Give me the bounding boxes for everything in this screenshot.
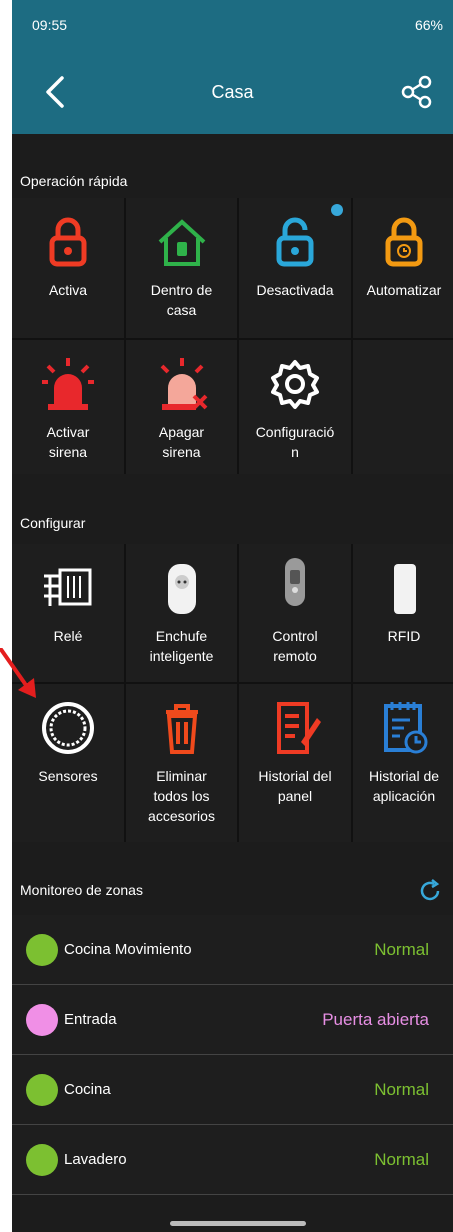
relay-icon bbox=[44, 568, 92, 606]
tile-label: Relé bbox=[53, 628, 83, 644]
tile-label: Desactivada bbox=[256, 282, 334, 298]
zone-status: Normal bbox=[374, 939, 429, 959]
zone-monitoring-title: Monitoreo de zonas bbox=[20, 882, 143, 898]
share-icon[interactable] bbox=[399, 74, 435, 110]
empty-tile bbox=[353, 340, 453, 474]
tile-gear[interactable]: Configuració n bbox=[239, 340, 351, 474]
status-battery: 66% bbox=[414, 17, 443, 33]
rfid-tag-icon bbox=[394, 564, 416, 614]
section-zone-monitoring: Monitoreo de zonas bbox=[12, 870, 453, 910]
tile-app-history[interactable]: Historial de aplicación bbox=[353, 684, 453, 842]
zone-name: Cocina Movimiento bbox=[64, 941, 192, 958]
zone-row[interactable]: Lavadero Normal bbox=[12, 1125, 453, 1195]
tile-label: Enchufe inteligente bbox=[149, 628, 214, 664]
tile-label: Sensores bbox=[38, 768, 98, 784]
app-history-icon bbox=[384, 702, 428, 754]
lock-timer-icon bbox=[385, 217, 423, 267]
status-bar: 09:55 66% bbox=[12, 0, 453, 50]
zone-row[interactable]: Cocina Normal bbox=[12, 1055, 453, 1125]
remote-control-icon bbox=[285, 558, 305, 606]
zone-status-dot bbox=[26, 1003, 58, 1036]
zone-name: Entrada bbox=[64, 1011, 117, 1028]
tile-trash[interactable]: Eliminar todos los accesorios bbox=[126, 684, 237, 842]
tile-label: Control remoto bbox=[272, 628, 318, 664]
configure-grid: Relé Enchufe inteligente Control remoto RFI… bbox=[12, 544, 453, 842]
zone-status-dot bbox=[26, 1143, 58, 1176]
tile-panel-history[interactable]: Historial del panel bbox=[239, 684, 351, 842]
tile-label: Automatizar bbox=[366, 282, 442, 298]
tile-home-lock[interactable]: Dentro de casa bbox=[126, 198, 237, 338]
tile-label: Configuració n bbox=[255, 424, 335, 460]
section-configure: Configurar bbox=[20, 515, 86, 531]
zone-name: Cocina bbox=[64, 1081, 111, 1098]
quick-operation-grid: Activa Dentro de casa Desactivada Automatiz… bbox=[12, 198, 453, 474]
page-title: Casa bbox=[211, 81, 254, 102]
tile-lock-closed[interactable]: Activa bbox=[12, 198, 124, 338]
panel-history-icon bbox=[277, 702, 321, 754]
tile-label: Activar sirena bbox=[46, 424, 90, 460]
refresh-icon[interactable] bbox=[417, 878, 443, 904]
tile-label: Eliminar todos los accesorios bbox=[148, 768, 215, 824]
lock-closed-icon bbox=[49, 217, 87, 267]
zone-status: Normal bbox=[374, 1079, 429, 1099]
tile-label: Historial del panel bbox=[258, 768, 332, 804]
zone-row[interactable]: Entrada Puerta abierta bbox=[12, 985, 453, 1055]
zone-status: Puerta abierta bbox=[322, 1009, 429, 1029]
tile-rfid-tag[interactable]: RFID bbox=[353, 544, 453, 682]
zone-list: Cocina Movimiento Normal Entrada Puerta … bbox=[12, 915, 453, 1195]
phone-screen: 09:55 66% Casa Operación rápida Activa De… bbox=[12, 0, 453, 1232]
smart-plug-icon bbox=[167, 564, 196, 614]
tile-remote-control[interactable]: Control remoto bbox=[239, 544, 351, 682]
home-lock-icon bbox=[158, 219, 205, 266]
tile-label: Activa bbox=[48, 282, 88, 298]
gear-icon bbox=[271, 360, 319, 409]
notification-dot bbox=[331, 204, 343, 216]
tile-label: Apagar sirena bbox=[158, 424, 205, 460]
home-indicator[interactable] bbox=[170, 1221, 306, 1226]
tile-siren-off[interactable]: Apagar sirena bbox=[126, 340, 237, 474]
status-time: 09:55 bbox=[32, 17, 68, 33]
zone-row[interactable]: Cocina Movimiento Normal bbox=[12, 915, 453, 985]
siren-off-icon bbox=[160, 358, 207, 410]
lock-open-icon bbox=[276, 217, 314, 267]
section-quick-operation: Operación rápida bbox=[20, 173, 128, 189]
tile-label: Historial de aplicación bbox=[368, 768, 440, 804]
zone-status: Normal bbox=[374, 1149, 429, 1169]
tile-lock-open[interactable]: Desactivada bbox=[239, 198, 351, 338]
siren-icon bbox=[42, 358, 94, 410]
tile-smart-plug[interactable]: Enchufe inteligente bbox=[126, 544, 237, 682]
zone-status-dot bbox=[26, 1073, 58, 1106]
tile-lock-timer[interactable]: Automatizar bbox=[353, 198, 453, 338]
trash-icon bbox=[165, 704, 198, 754]
tile-label: Dentro de casa bbox=[150, 282, 213, 318]
tile-label: RFID bbox=[387, 628, 421, 644]
zone-name: Lavadero bbox=[64, 1151, 127, 1168]
red-arrow-annotation bbox=[0, 648, 36, 698]
tile-siren[interactable]: Activar sirena bbox=[12, 340, 124, 474]
zone-status-dot bbox=[26, 933, 58, 966]
app-bar: Casa bbox=[12, 50, 453, 134]
back-arrow-icon[interactable] bbox=[38, 72, 78, 112]
